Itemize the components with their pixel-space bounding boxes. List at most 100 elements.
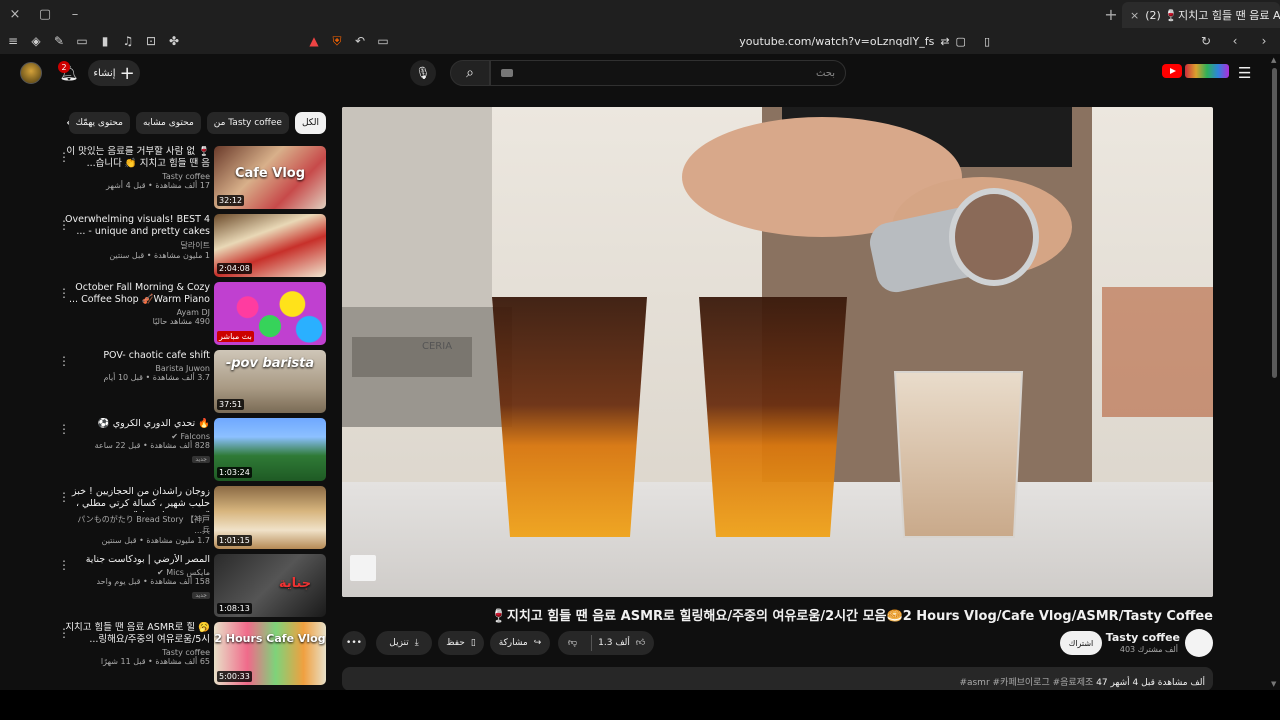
search-button[interactable]: ⌕	[450, 60, 490, 86]
related-channel[interactable]: Falcons ✔	[64, 432, 210, 441]
pen-icon[interactable]: ✎	[49, 31, 69, 51]
chip-for-you[interactable]: محتوى يهمّك	[68, 112, 130, 134]
search-input[interactable]: بحث	[490, 60, 846, 86]
video-thumbnail[interactable]: 1:03:24	[214, 418, 326, 481]
warning-icon[interactable]: ▲	[304, 31, 324, 51]
download-button[interactable]: تنزيل ⤓	[376, 631, 432, 655]
list-item[interactable]: ⋮ 🥱 지치고 힘들 땐 음료 ASMR로 힐링해요/주중의 여유로움/5시..…	[54, 622, 326, 690]
chip-from-channel[interactable]: من Tasty coffee	[206, 112, 289, 134]
video-thumbnail[interactable]: جناية 1:08:13	[214, 554, 326, 617]
brave-shield-icon[interactable]: ⛨	[327, 31, 347, 51]
share-button[interactable]: مشاركة ↪	[490, 631, 550, 655]
scroll-up-icon[interactable]: ▲	[1271, 56, 1276, 64]
maximize-window-icon[interactable]: ▢	[30, 0, 60, 28]
list-item[interactable]: ⋮ زوجان راشدان من الحجازيين ! خبز حليب ش…	[54, 486, 326, 554]
create-button[interactable]: إنشاء +	[88, 60, 140, 86]
list-item[interactable]: ⋮ POV- chaotic cafe shift Barista Juwon …	[54, 350, 326, 418]
bookmark-icon[interactable]: ▯	[984, 35, 990, 48]
browser-tab-active[interactable]: × (2) 🍷지치고 힘들 땐 음료 AS...	[1122, 2, 1280, 28]
screenshot-icon[interactable]: ⊡	[141, 31, 161, 51]
forward-icon[interactable]: ›	[1254, 31, 1274, 51]
address-bar[interactable]: youtube.com/watch?v=oLznqdlY_fs ⇄ ▢ ▯	[560, 31, 990, 51]
more-actions-button[interactable]: •••	[342, 631, 366, 655]
extensions-icon[interactable]: ✤	[164, 31, 184, 51]
like-count[interactable]: 1.3 ألف	[598, 638, 630, 648]
copy-url-icon[interactable]: ▢	[956, 35, 966, 48]
more-options-icon[interactable]: ⋮	[58, 626, 70, 640]
channel-avatar[interactable]	[1185, 629, 1213, 657]
minimize-window-icon[interactable]: –	[60, 0, 90, 28]
related-channel[interactable]: Ayam DJ	[64, 308, 210, 317]
related-channel[interactable]: パンものがたり Bread Story 【神戸 兵...	[64, 514, 210, 536]
related-channel[interactable]: مايكس Mics ✔	[64, 568, 210, 577]
more-options-icon[interactable]: ⋮	[58, 286, 70, 300]
user-avatar[interactable]	[20, 62, 42, 84]
more-options-icon[interactable]: ⋮	[58, 150, 70, 164]
channel-name[interactable]: Tasty coffee	[1100, 631, 1180, 644]
video-thumbnail[interactable]: 2 Hours Cafe Vlog 5:00:33	[214, 622, 326, 685]
related-title[interactable]: October Fall Morning & Cozy Coffee Shop …	[64, 282, 210, 306]
page-scrollbar[interactable]: ▲ ▼	[1270, 54, 1280, 690]
menu-icon[interactable]: ≡	[3, 31, 23, 51]
related-title[interactable]: Overwhelming visuals! BEST 4 unique and …	[64, 214, 210, 238]
video-thumbnail[interactable]: Cafe Vlog 32:12	[214, 146, 326, 209]
back-icon[interactable]: ‹	[1225, 31, 1245, 51]
related-channel[interactable]: Tasty coffee	[64, 648, 210, 657]
more-options-icon[interactable]: ⋮	[58, 490, 70, 504]
video-description[interactable]: #asmr #카페브이로그 #음료제조 47 ألف مشاهدة قبل 4 …	[342, 667, 1213, 691]
sidebar-icon[interactable]: ▮	[95, 31, 115, 51]
related-title[interactable]: 🔥 تحدي الدوري الكروي ⚽	[64, 418, 210, 430]
notifications-bell-icon[interactable]: 🔔︎ 2	[58, 61, 80, 84]
keyboard-icon[interactable]	[501, 69, 513, 77]
youtube-play-icon	[1162, 64, 1182, 78]
voice-search-icon[interactable]: 🎙︎	[410, 60, 436, 86]
more-options-icon[interactable]: ⋮	[58, 354, 70, 368]
related-channel[interactable]: Barista Juwon	[64, 364, 210, 373]
related-stats: 1 مليون مشاهدة • قبل سنتين	[109, 251, 210, 260]
related-channel[interactable]: 달라이트	[64, 240, 210, 251]
chip-related[interactable]: محتوى مشابه	[135, 112, 201, 134]
pip-icon[interactable]: ▭	[373, 31, 393, 51]
shield-icon[interactable]: ◈	[26, 31, 46, 51]
related-title[interactable]: المصر الأرضي | بودكاست جناية	[64, 554, 210, 566]
close-window-icon[interactable]: ×	[0, 0, 30, 28]
list-item[interactable]: ⋮ October Fall Morning & Cozy Coffee Sho…	[54, 282, 326, 350]
chip-all[interactable]: الكل	[294, 112, 326, 134]
video-thumbnail[interactable]: 1:01:15	[214, 486, 326, 549]
video-thumbnail[interactable]: بث مباشر	[214, 282, 326, 345]
address-text[interactable]: youtube.com/watch?v=oLznqdlY_fs	[739, 35, 934, 48]
like-icon[interactable]: 👍︎	[636, 638, 645, 648]
list-item[interactable]: ⋮ المصر الأرضي | بودكاست جناية مايكس Mic…	[54, 554, 326, 622]
list-item[interactable]: ⋮ 🍷 이 맛있는 음료를 거부할 사람 없습니다 👏 지치고 힘들 땐 음..…	[54, 146, 326, 214]
more-options-icon[interactable]: ⋮	[58, 218, 70, 232]
save-button[interactable]: حفظ ▯	[438, 631, 484, 655]
related-channel[interactable]: Tasty coffee	[64, 172, 210, 181]
dislike-icon[interactable]: 👎︎	[568, 638, 577, 648]
site-settings-icon[interactable]: ⇄	[940, 35, 949, 48]
undo-icon[interactable]: ↶	[350, 31, 370, 51]
scroll-down-icon[interactable]: ▼	[1271, 680, 1276, 688]
tab-close-icon[interactable]: ×	[1130, 9, 1139, 22]
scrollbar-thumb[interactable]	[1272, 68, 1277, 378]
more-options-icon[interactable]: ⋮	[58, 422, 70, 436]
subscribe-button[interactable]: اشتراك	[1060, 631, 1102, 655]
youtube-logo[interactable]	[1162, 64, 1229, 78]
video-thumbnail[interactable]: 2:04:08	[214, 214, 326, 277]
music-icon[interactable]: ♫	[118, 31, 138, 51]
related-title[interactable]: 🍷 이 맛있는 음료를 거부할 사람 없습니다 👏 지치고 힘들 땐 음...	[64, 146, 210, 170]
reload-icon[interactable]: ↻	[1196, 31, 1216, 51]
related-stats: 65 ألف مشاهدة • قبل 11 شهرًا	[100, 657, 210, 666]
related-title[interactable]: POV- chaotic cafe shift	[64, 350, 210, 362]
more-options-icon[interactable]: ⋮	[58, 558, 70, 572]
tabs-icon[interactable]: ▭	[72, 31, 92, 51]
list-item[interactable]: ⋮ Overwhelming visuals! BEST 4 unique an…	[54, 214, 326, 282]
video-thumbnail[interactable]: -pov barista 37:51	[214, 350, 326, 413]
related-stats: 828 ألف مشاهدة • قبل 22 ساعة	[94, 441, 210, 450]
video-player[interactable]: CERIA	[342, 107, 1213, 597]
list-item[interactable]: ⋮ 🔥 تحدي الدوري الكروي ⚽ Falcons ✔ 828 أ…	[54, 418, 326, 486]
guide-menu-icon[interactable]: ☰	[1238, 64, 1251, 82]
hashtags[interactable]: #asmr #카페브이로그 #음료제조	[959, 678, 1093, 688]
new-tab-button[interactable]: +	[1100, 5, 1122, 24]
related-title[interactable]: زوجان راشدان من الحجازيين ! خبز حليب شهي…	[64, 486, 210, 512]
related-title[interactable]: 🥱 지치고 힘들 땐 음료 ASMR로 힐링해요/주중의 여유로움/5시...	[64, 622, 210, 646]
